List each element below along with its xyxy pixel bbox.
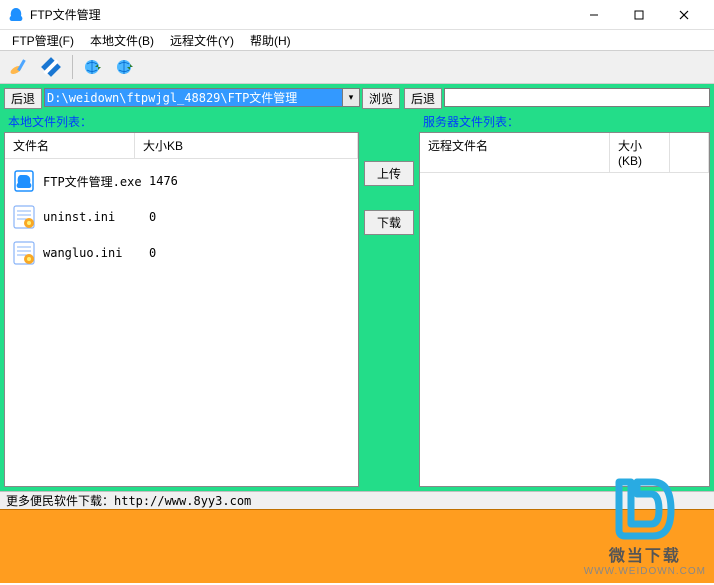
download-globe-icon[interactable] [81,54,107,80]
file-icon [11,203,37,231]
upload-button[interactable]: 上传 [364,161,414,186]
file-name: FTP文件管理.exe [43,173,143,190]
connect-icon[interactable] [6,54,32,80]
menu-help[interactable]: 帮助(H) [242,30,299,51]
main-area: 后退 ▾ 浏览 后退 本地文件列表： 文件名 大小KB FTP文件管理.exe 1… [0,84,714,491]
file-name: uninst.ini [43,210,143,224]
remote-col-name[interactable]: 远程文件名 [420,133,610,172]
remote-col-blank [670,133,709,172]
path-row: 后退 ▾ 浏览 后退 [4,88,710,109]
file-size: 0 [149,246,352,260]
list-item[interactable]: FTP文件管理.exe 1476 [5,163,358,199]
file-size: 1476 [149,174,352,188]
local-list-label: 本地文件列表： [4,111,359,132]
transfer-panel: 上传 下载 [359,111,419,487]
status-bar: 更多便民软件下载：http://www.8yy3.com [0,491,714,509]
maximize-button[interactable] [616,1,661,29]
menu-ftp[interactable]: FTP管理(F) [4,30,82,51]
close-button[interactable] [661,1,706,29]
remote-back-button[interactable]: 后退 [404,88,442,109]
local-path-dropdown: ▾ [44,88,360,109]
dropdown-arrow-icon[interactable]: ▾ [343,88,360,107]
remote-panel: 服务器文件列表： 远程文件名 大小(KB) [419,111,710,487]
title-bar: FTP文件管理 [0,0,714,30]
local-col-name[interactable]: 文件名 [5,133,135,158]
file-icon [11,239,37,267]
panels-row: 本地文件列表： 文件名 大小KB FTP文件管理.exe 1476 uninst.i… [4,111,710,487]
menu-local[interactable]: 本地文件(B) [82,30,162,51]
remote-list-label: 服务器文件列表： [419,111,710,132]
local-back-button[interactable]: 后退 [4,88,42,109]
local-list-body: FTP文件管理.exe 1476 uninst.ini 0 wangluo.ini 0 [5,159,358,275]
minimize-button[interactable] [571,1,616,29]
footer-area [0,509,714,583]
download-button[interactable]: 下载 [364,210,414,235]
status-text: 更多便民软件下载：http://www.8yy3.com [6,492,251,509]
file-icon [11,167,37,195]
list-item[interactable]: wangluo.ini 0 [5,235,358,271]
remote-path-group: 后退 [404,88,710,109]
local-path-input[interactable] [44,88,343,107]
menu-bar: FTP管理(F) 本地文件(B) 远程文件(Y) 帮助(H) [0,30,714,50]
browse-button[interactable]: 浏览 [362,88,400,109]
local-path-group: 后退 ▾ 浏览 [4,88,400,109]
local-panel: 本地文件列表： 文件名 大小KB FTP文件管理.exe 1476 uninst.i… [4,111,359,487]
local-file-list[interactable]: 文件名 大小KB FTP文件管理.exe1476uninst.ini0wangl… [4,132,359,487]
file-size: 0 [149,210,352,224]
list-item[interactable]: uninst.ini 0 [5,199,358,235]
remote-file-list[interactable]: 远程文件名 大小(KB) [419,132,710,487]
local-col-size[interactable]: 大小KB [135,133,358,158]
remote-col-size[interactable]: 大小(KB) [610,133,670,172]
menu-remote[interactable]: 远程文件(Y) [162,30,242,51]
window-title: FTP文件管理 [30,6,571,23]
toolbar-separator [72,55,73,79]
upload-globe-icon[interactable] [113,54,139,80]
toolbar [0,50,714,84]
remote-list-header: 远程文件名 大小(KB) [420,133,709,173]
file-name: wangluo.ini [43,246,143,260]
app-icon [8,7,24,23]
local-list-header: 文件名 大小KB [5,133,358,159]
disconnect-icon[interactable] [38,54,64,80]
remote-path-input[interactable] [444,88,710,107]
window-controls [571,1,706,29]
